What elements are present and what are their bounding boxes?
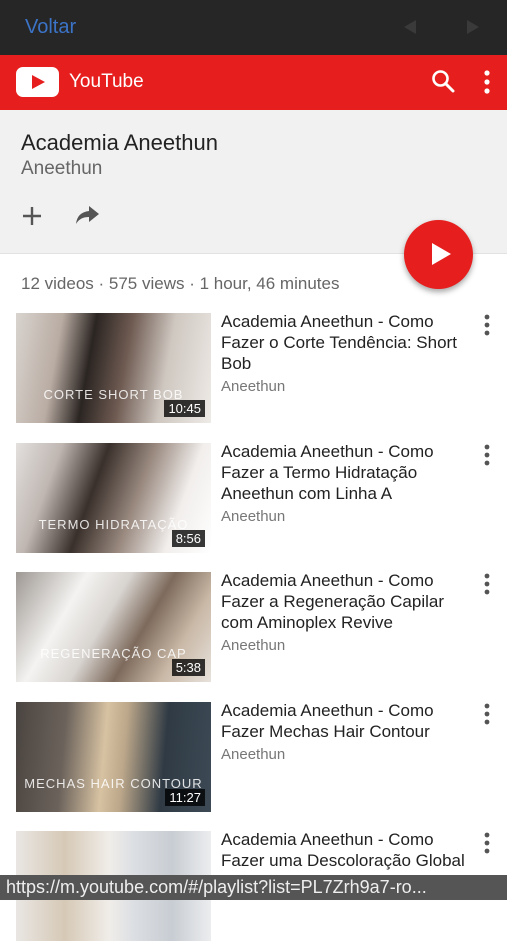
share-icon[interactable] [74, 204, 100, 226]
search-icon[interactable] [431, 69, 455, 93]
list-item[interactable]: TERMO HIDRATAÇÃO 8:56 Academia Aneethun … [0, 441, 507, 555]
nav-back-arrow-icon[interactable] [404, 20, 416, 34]
video-channel: Aneethun [221, 637, 286, 654]
more-options-icon[interactable] [478, 69, 496, 95]
video-channel: Aneethun [221, 378, 286, 395]
video-duration: 11:27 [165, 789, 205, 806]
video-title[interactable]: Academia Aneethun - Como Fazer o Corte T… [221, 311, 466, 374]
link-status-url: https://m.youtube.com/#/playlist?list=PL… [0, 875, 507, 900]
video-more-icon[interactable] [478, 313, 496, 337]
playlist-stats: 12 videos · 575 views · 1 hour, 46 minut… [21, 274, 340, 293]
video-more-icon[interactable] [478, 702, 496, 726]
video-more-icon[interactable] [478, 831, 496, 855]
youtube-logo-icon[interactable] [16, 67, 59, 97]
video-thumbnail[interactable]: REGENERAÇÃO CAP 5:38 [16, 572, 211, 682]
video-channel: Aneethun [221, 508, 286, 525]
video-title[interactable]: Academia Aneethun - Como Fazer a Regener… [221, 570, 466, 633]
video-channel: Aneethun [221, 746, 286, 763]
video-thumbnail[interactable]: MECHAS HAIR CONTOUR 11:27 [16, 702, 211, 812]
browser-toolbar: Voltar [0, 0, 507, 55]
nav-forward-arrow-icon[interactable] [467, 20, 479, 34]
add-to-library-icon[interactable] [20, 204, 44, 228]
video-duration: 10:45 [164, 400, 205, 417]
video-duration: 8:56 [171, 530, 205, 547]
play-icon [432, 243, 451, 265]
video-duration: 5:38 [171, 659, 205, 676]
video-title[interactable]: Academia Aneethun - Como Fazer Mechas Ha… [221, 700, 466, 742]
list-item[interactable]: REGENERAÇÃO CAP 5:38 Academia Aneethun -… [0, 570, 507, 684]
app-header: YouTube [0, 55, 507, 110]
play-all-button[interactable] [404, 220, 473, 289]
app-name: YouTube [69, 71, 144, 92]
list-item[interactable]: MECHAS HAIR CONTOUR 11:27 Academia Aneet… [0, 700, 507, 814]
video-title[interactable]: Academia Aneethun - Como Fazer uma Desco… [221, 829, 466, 871]
video-thumbnail[interactable]: CORTE SHORT BOB 10:45 [16, 313, 211, 423]
video-more-icon[interactable] [478, 443, 496, 467]
back-button[interactable]: Voltar [25, 16, 76, 39]
playlist-title: Academia Aneethun [21, 130, 218, 155]
video-thumbnail[interactable]: TERMO HIDRATAÇÃO 8:56 [16, 443, 211, 553]
video-title[interactable]: Academia Aneethun - Como Fazer a Termo H… [221, 441, 466, 504]
video-more-icon[interactable] [478, 572, 496, 596]
playlist-owner[interactable]: Aneethun [21, 158, 102, 180]
list-item[interactable]: CORTE SHORT BOB 10:45 Academia Aneethun … [0, 311, 507, 425]
